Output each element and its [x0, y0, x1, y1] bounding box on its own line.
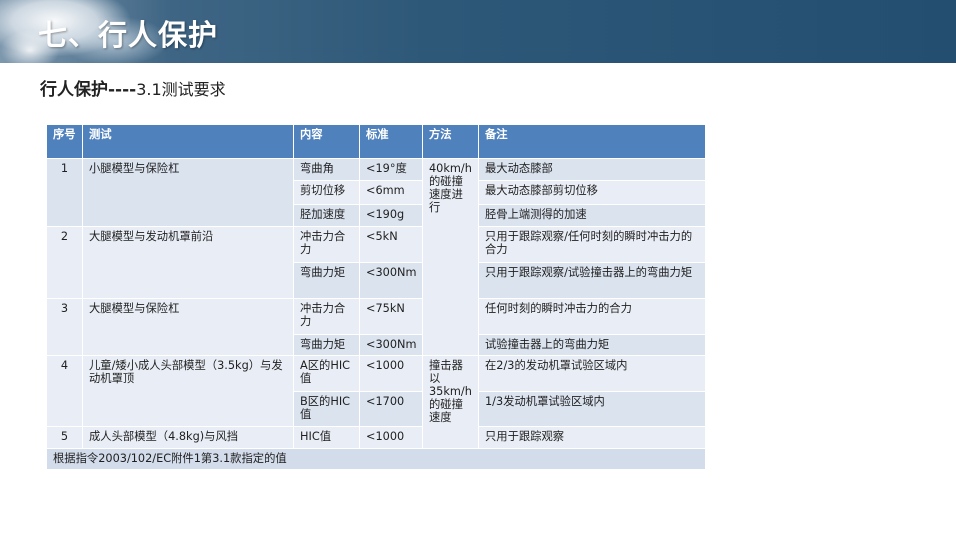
- table-footnote: 根据指令2003/102/EC附件1第3.1款指定的值: [46, 448, 706, 470]
- cell-standard: <1000: [359, 355, 423, 392]
- subtitle-bold: 行人保护----: [40, 80, 137, 100]
- cell-note: 1/3发动机罩试验区域内: [478, 391, 706, 427]
- cell-note: 最大动态膝部剪切位移: [478, 180, 706, 205]
- cell-note: 胫骨上端测得的加速: [478, 204, 706, 227]
- cell-standard: <300Nm: [359, 262, 423, 299]
- table-row: 1 小腿模型与保险杠 弯曲角 <19°度 40km/h的碰撞速度进行 最大动态膝…: [46, 158, 706, 356]
- cell-content: 弯曲力矩: [293, 334, 360, 356]
- cell-note: 最大动态膝部: [478, 158, 706, 181]
- cell-test: 大腿模型与发动机罩前沿: [82, 226, 294, 299]
- cell-content: 剪切位移: [293, 180, 360, 205]
- test-requirements-table: 序号 测试 内容 标准 方法 备注 1 小腿模型与保险杠 弯曲角 <19°度 4…: [46, 124, 706, 470]
- header-test: 测试: [82, 124, 294, 159]
- cell-content: 弯曲力矩: [293, 262, 360, 299]
- header-content: 内容: [293, 124, 360, 159]
- cell-note: 只用于跟踪观察: [478, 426, 706, 449]
- cell-seq: 5: [46, 426, 83, 449]
- cell-test: 儿童/矮小成人头部模型（3.5kg）与发动机罩顶: [82, 355, 294, 427]
- section-subtitle: 行人保护----3.1测试要求: [40, 75, 226, 100]
- cell-note: 在2/3的发动机罩试验区域内: [478, 355, 706, 392]
- cell-standard: <1700: [359, 391, 423, 427]
- cell-standard: <1000: [359, 426, 423, 449]
- cell-seq: 1: [46, 158, 83, 227]
- table-header-row: 序号 测试 内容 标准 方法 备注: [46, 124, 706, 159]
- header-standard: 标准: [359, 124, 423, 159]
- table-row: 5 成人头部模型（4.8kg)与风挡 HIC值 <1000 只用于跟踪观察: [46, 426, 706, 449]
- cell-standard: <190g: [359, 204, 423, 227]
- cell-note: 只用于跟踪观察/试验撞击器上的弯曲力矩: [478, 262, 706, 299]
- cell-test: 小腿模型与保险杠: [82, 158, 294, 227]
- cell-content: 胫加速度: [293, 204, 360, 227]
- cell-content: 冲击力合力: [293, 298, 360, 335]
- cell-seq: 2: [46, 226, 83, 299]
- cell-method: 40km/h的碰撞速度进行: [422, 158, 479, 356]
- cell-content: HIC值: [293, 426, 360, 449]
- cell-test: 成人头部模型（4.8kg)与风挡: [82, 426, 294, 449]
- header-note: 备注: [478, 124, 706, 159]
- cell-content: 弯曲角: [293, 158, 360, 181]
- table-row: 2 大腿模型与发动机罩前沿 冲击力合力 <5kN 只用于跟踪观察/任何时刻的瞬时…: [46, 226, 706, 299]
- cell-note: 试验撞击器上的弯曲力矩: [478, 334, 706, 356]
- cell-standard: <300Nm: [359, 334, 423, 356]
- page-title: 七、行人保护: [38, 18, 219, 52]
- cell-method: 撞击器以35km/h的碰撞速度: [422, 355, 479, 449]
- cell-standard: <6mm: [359, 180, 423, 205]
- cell-seq: 4: [46, 355, 83, 427]
- cell-content: B区的HIC值: [293, 391, 360, 427]
- header-seq: 序号: [46, 124, 83, 159]
- cell-content: A区的HIC值: [293, 355, 360, 392]
- table-footer-row: 根据指令2003/102/EC附件1第3.1款指定的值: [46, 448, 706, 470]
- subtitle-normal: 3.1测试要求: [136, 80, 226, 99]
- cell-standard: <75kN: [359, 298, 423, 335]
- cell-note: 任何时刻的瞬时冲击力的合力: [478, 298, 706, 335]
- cell-content: 冲击力合力: [293, 226, 360, 263]
- cell-test: 大腿模型与保险杠: [82, 298, 294, 356]
- title-banner: 七、行人保护: [0, 0, 956, 70]
- table-row: 3 大腿模型与保险杠 冲击力合力 <75kN 任何时刻的瞬时冲击力的合力: [46, 298, 706, 356]
- cell-standard: <5kN: [359, 226, 423, 263]
- table-row: 4 儿童/矮小成人头部模型（3.5kg）与发动机罩顶 A区的HIC值 <1000…: [46, 355, 706, 449]
- cell-note: 只用于跟踪观察/任何时刻的瞬时冲击力的合力: [478, 226, 706, 263]
- header-method: 方法: [422, 124, 479, 159]
- cell-seq: 3: [46, 298, 83, 356]
- cell-standard: <19°度: [359, 158, 423, 181]
